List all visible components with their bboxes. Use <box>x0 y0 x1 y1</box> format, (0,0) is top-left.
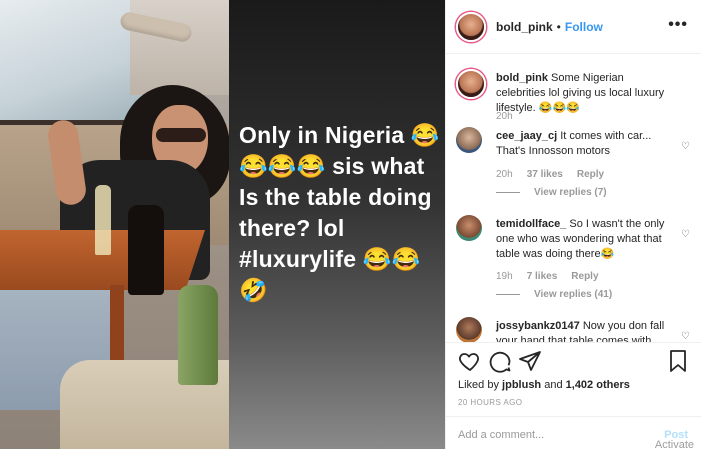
list-item: jossybankz0147 Now you don fall your han… <box>456 317 696 342</box>
comment-username[interactable]: jossybankz0147 <box>496 320 580 332</box>
list-item: temidollface_ So I wasn't the only one w… <box>456 215 696 300</box>
comment-likes[interactable]: 7 likes <box>527 271 558 282</box>
view-replies[interactable]: View replies (41) <box>496 289 612 300</box>
heart-outline-icon[interactable]: ♡ <box>681 229 690 240</box>
bookmark-icon[interactable] <box>666 349 690 373</box>
post-media[interactable]: Only in Nigeria 😂 😂😂😂 sis what Is the ta… <box>0 0 445 449</box>
avatar[interactable] <box>456 11 486 42</box>
text-card: Only in Nigeria 😂 😂😂😂 sis what Is the ta… <box>229 0 445 449</box>
liked-by-others[interactable]: 1,402 others <box>566 379 630 391</box>
post-actions: Liked by jpblush and 1,402 others 20 HOU… <box>446 342 701 449</box>
comment-username[interactable]: bold_pink <box>496 72 548 84</box>
overlay-text: Only in Nigeria 😂 😂😂😂 sis what Is the ta… <box>239 122 440 303</box>
champagne-bottle <box>128 205 164 295</box>
comment-username[interactable]: cee_jaay_cj <box>496 130 557 142</box>
heart-outline-icon[interactable]: ♡ <box>681 331 690 342</box>
comment-likes[interactable]: 37 likes <box>527 169 563 180</box>
car-roof <box>130 0 229 95</box>
avatar[interactable] <box>456 215 482 241</box>
replies-divider <box>496 294 520 295</box>
caption-body: bold_pink Some Nigerian celebrities lol … <box>496 71 676 116</box>
comment-meta: 19h 7 likes Reply <box>496 271 599 282</box>
comment-time[interactable]: 19h <box>496 271 513 282</box>
liked-by-and: and <box>544 379 563 391</box>
sunglasses <box>156 128 206 142</box>
activate-watermark: Activate <box>654 439 694 449</box>
comments-panel: bold_pink • Follow ••• bold_pink Some Ni… <box>445 0 701 449</box>
heart-icon[interactable] <box>458 349 482 373</box>
reply-button[interactable]: Reply <box>571 271 598 282</box>
comment-body: temidollface_ So I wasn't the only one w… <box>496 217 676 262</box>
reply-button[interactable]: Reply <box>577 169 604 180</box>
replies-divider <box>496 192 520 193</box>
view-replies-label[interactable]: View replies (7) <box>534 187 607 198</box>
comment-body: jossybankz0147 Now you don fall your han… <box>496 319 676 342</box>
comment-list[interactable]: bold_pink Some Nigerian celebrities lol … <box>446 55 701 342</box>
liked-by-prefix: Liked by <box>458 379 499 391</box>
liked-by-user[interactable]: jpblush <box>502 379 541 391</box>
comment-username[interactable]: temidollface_ <box>496 218 566 230</box>
comment-meta: 20h 37 likes Reply <box>496 169 604 180</box>
comment-time[interactable]: 20h <box>496 169 513 180</box>
avatar[interactable] <box>456 69 486 99</box>
separator-dot: • <box>556 19 561 34</box>
comment-icon[interactable] <box>488 349 512 373</box>
view-replies-label[interactable]: View replies (41) <box>534 289 612 300</box>
header-username[interactable]: bold_pink <box>496 20 553 34</box>
champagne-glass <box>95 185 111 255</box>
view-replies[interactable]: View replies (7) <box>496 187 607 198</box>
action-bar <box>458 349 692 377</box>
avatar[interactable] <box>456 127 482 153</box>
post-header: bold_pink • Follow ••• <box>446 0 701 54</box>
share-icon[interactable] <box>518 349 542 373</box>
caption-meta: 20h <box>496 111 513 122</box>
heart-outline-icon[interactable]: ♡ <box>681 141 690 152</box>
caption: bold_pink Some Nigerian celebrities lol … <box>456 69 696 122</box>
follow-button[interactable]: Follow <box>565 20 603 34</box>
likes-summary[interactable]: Liked by jpblush and 1,402 others <box>458 379 630 391</box>
green-bottle <box>178 285 218 385</box>
comment-input[interactable]: Add a comment... <box>458 429 544 441</box>
avatar[interactable] <box>456 317 482 342</box>
post-timestamp[interactable]: 20 HOURS AGO <box>458 398 522 407</box>
add-comment-bar: Add a comment... Post Activate <box>446 416 701 449</box>
caption-time[interactable]: 20h <box>496 111 513 122</box>
list-item: cee_jaay_cj It comes with car... That's … <box>456 127 696 202</box>
post-photo <box>0 0 229 449</box>
comment-body: cee_jaay_cj It comes with car... That's … <box>496 129 676 159</box>
more-horizontal-icon[interactable]: ••• <box>668 16 688 34</box>
